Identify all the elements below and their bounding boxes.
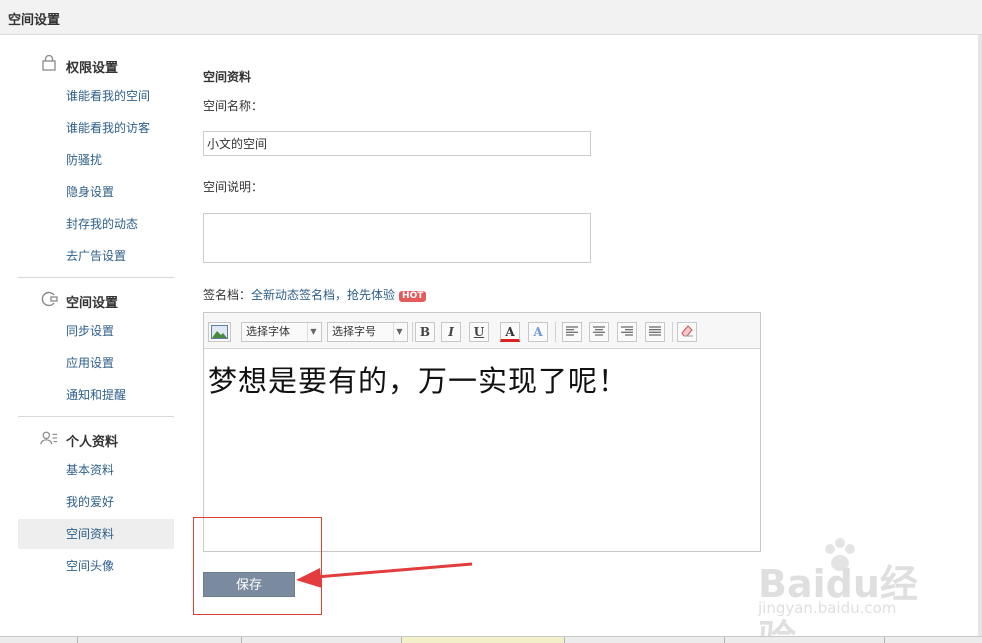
chevron-down-icon: ▼ — [307, 323, 319, 341]
sidebar-item-space-avatar[interactable]: 空间头像 — [18, 551, 174, 581]
justify-icon — [649, 326, 661, 336]
sidebar-item-basic-info[interactable]: 基本资料 — [18, 455, 174, 485]
font-family-value: 选择字体 — [246, 325, 290, 338]
editor-toolbar: 选择字体 ▼ 选择字号 ▼ B I U A A — [204, 313, 760, 349]
signature-promo-link[interactable]: 全新动态签名档，抢先体验 — [251, 288, 395, 302]
font-color-button[interactable]: A — [500, 322, 520, 342]
italic-button[interactable]: I — [441, 322, 461, 342]
font-size-select[interactable]: 选择字号 ▼ — [327, 322, 408, 342]
bottom-tab[interactable] — [242, 637, 402, 643]
bottom-tab[interactable] — [0, 637, 78, 643]
space-name-input[interactable] — [203, 131, 591, 156]
clear-format-button[interactable] — [677, 322, 697, 342]
toolbar-separator — [412, 322, 413, 342]
sidebar-item-hobbies[interactable]: 我的爱好 — [18, 487, 174, 517]
section-heading: 空间资料 — [203, 70, 252, 84]
sidebar-item-space-profile[interactable]: 空间资料 — [18, 519, 174, 549]
watermark-url: jingyan.baidu.com — [758, 599, 897, 617]
sidebar-divider — [18, 416, 174, 417]
bottom-tab[interactable] — [565, 637, 725, 643]
bottom-tab[interactable] — [78, 637, 242, 643]
sidebar-item-who-can-see-space[interactable]: 谁能看我的空间 — [18, 81, 174, 111]
bold-button[interactable]: B — [415, 322, 435, 342]
hot-badge: HOT — [399, 291, 427, 302]
page-title: 空间设置 — [8, 13, 61, 28]
space-description-textarea[interactable] — [203, 213, 591, 263]
bottom-tabs-strip — [0, 636, 982, 643]
align-center-icon — [593, 326, 605, 336]
space-name-label: 空间名称： — [203, 99, 264, 113]
eraser-icon — [681, 325, 693, 337]
font-family-select[interactable]: 选择字体 ▼ — [241, 322, 322, 342]
lock-icon — [42, 55, 56, 71]
signature-label: 签名档： — [203, 288, 252, 302]
sidebar-item-who-can-see-visitors[interactable]: 谁能看我的访客 — [18, 113, 174, 143]
sidebar-item-notifications[interactable]: 通知和提醒 — [18, 380, 174, 410]
sidebar-item-remove-ads[interactable]: 去广告设置 — [18, 241, 174, 271]
space-settings-icon — [41, 291, 58, 307]
bottom-tab[interactable] — [402, 637, 565, 643]
scrollbar-track[interactable] — [978, 35, 982, 643]
sidebar-item-archive-feed[interactable]: 封存我的动态 — [18, 209, 174, 239]
signature-editor: 选择字体 ▼ 选择字号 ▼ B I U A A 梦想是要有的，万一实现了呢！ — [203, 312, 761, 552]
align-right-icon — [621, 326, 633, 336]
align-left-button[interactable] — [562, 322, 582, 342]
top-bar: 空间设置 — [0, 0, 982, 35]
align-left-icon — [566, 326, 578, 336]
align-right-button[interactable] — [617, 322, 637, 342]
sidebar-item-invisible[interactable]: 隐身设置 — [18, 177, 174, 207]
image-icon — [211, 325, 228, 339]
underline-button[interactable]: U — [469, 322, 489, 342]
insert-image-button[interactable] — [208, 322, 231, 342]
toolbar-separator — [555, 322, 556, 342]
section-title-profile: 个人资料 — [66, 435, 119, 450]
signature-row: 签名档：全新动态签名档，抢先体验 HOT — [203, 286, 427, 303]
person-icon — [40, 431, 58, 445]
bottom-tab[interactable] — [725, 637, 885, 643]
highlight-box — [193, 517, 322, 615]
align-center-button[interactable] — [589, 322, 609, 342]
watermark-brand: Baidu经验 — [758, 562, 918, 643]
highlight-color-button[interactable]: A — [528, 322, 548, 342]
justify-button[interactable] — [645, 322, 665, 342]
chevron-down-icon: ▼ — [393, 323, 405, 341]
sidebar-item-sync[interactable]: 同步设置 — [18, 316, 174, 346]
sidebar-divider — [18, 277, 174, 278]
toolbar-separator — [672, 322, 673, 342]
font-size-value: 选择字号 — [332, 325, 376, 338]
editor-content[interactable]: 梦想是要有的，万一实现了呢！ — [208, 358, 628, 400]
sidebar-item-apps[interactable]: 应用设置 — [18, 348, 174, 378]
space-description-label: 空间说明： — [203, 180, 264, 194]
baidu-jingyan-watermark: Baidu经验 jingyan.baidu.com — [740, 535, 940, 643]
sidebar-item-anti-harassment[interactable]: 防骚扰 — [18, 145, 174, 175]
section-title-permissions: 权限设置 — [66, 61, 119, 76]
section-title-space-settings: 空间设置 — [66, 296, 119, 311]
